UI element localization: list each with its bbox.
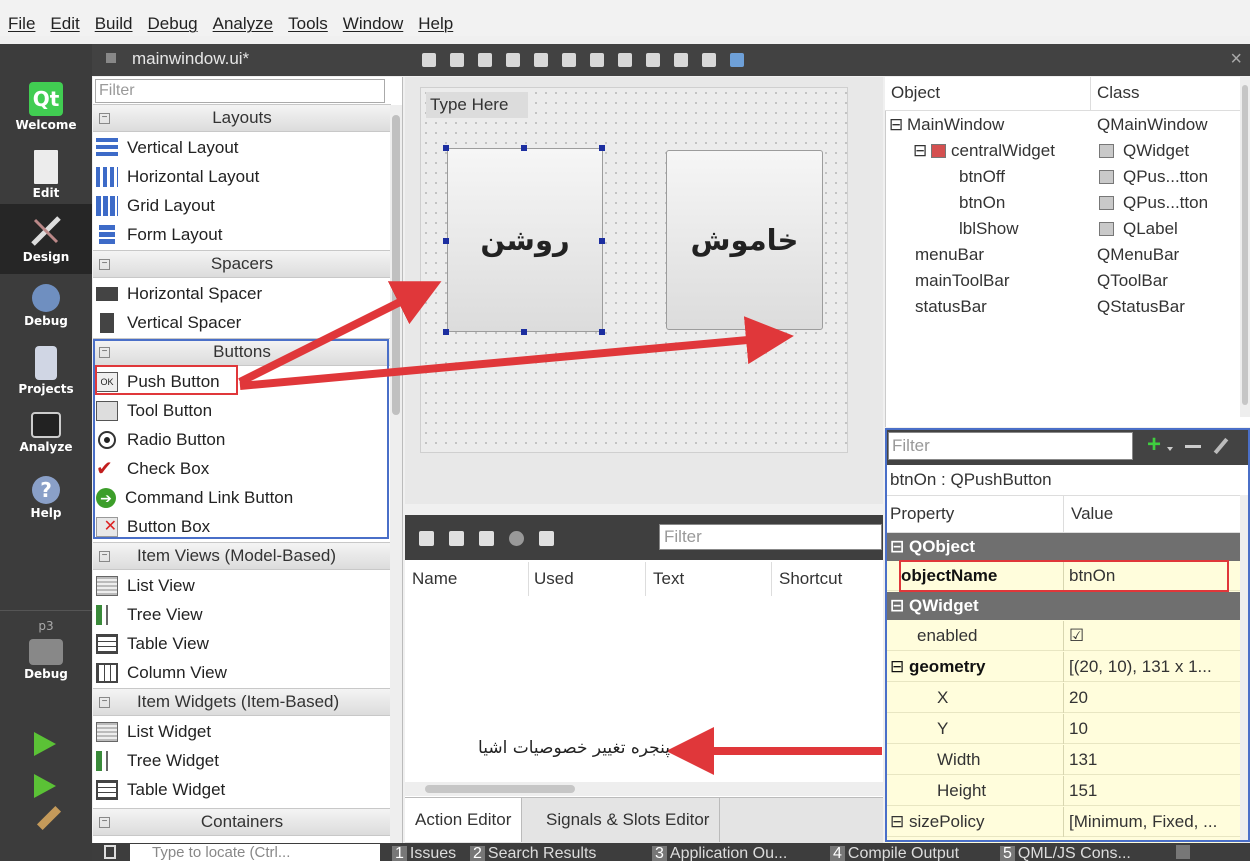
annotation-arrows <box>238 281 882 775</box>
annotation-label: پنجره تغییر خصوصیات اشیا <box>478 738 670 758</box>
